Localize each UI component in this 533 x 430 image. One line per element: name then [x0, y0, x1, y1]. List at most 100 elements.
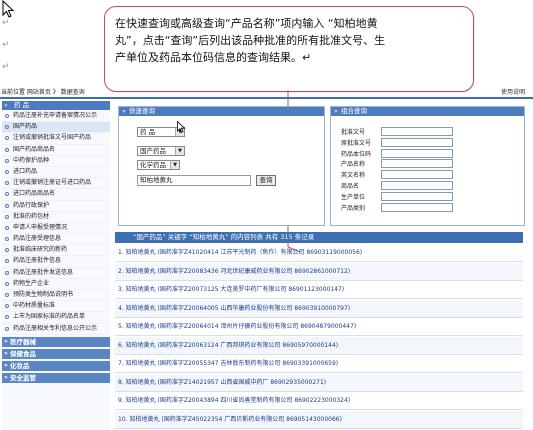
sidebar-item[interactable]: 国产药品 — [2, 122, 110, 134]
sidebar-item-label: 进口药品 — [13, 167, 38, 175]
sidebar-item[interactable]: 药品行政保护 — [2, 201, 110, 212]
chevron-down-icon: ▼ — [170, 161, 179, 169]
result-row[interactable]: 7. 知柏地黄丸 (国药准字Z20055347 吉林敖东制药有限公司 86903… — [115, 355, 523, 373]
sidebar-item[interactable]: 批准的药包材 — [2, 212, 110, 223]
advanced-field-input[interactable] — [381, 148, 453, 158]
bullet-circle-icon — [5, 125, 9, 130]
sidebar-item[interactable]: 预防类生物制品说明书 — [2, 290, 110, 302]
advanced-field-label: 药品本位码 — [341, 150, 372, 158]
advanced-field-input[interactable] — [381, 137, 453, 147]
result-row[interactable]: 5. 知柏地黄丸 (国药准字Z20064014 漳州片仔癀药业股份有限公司 86… — [115, 318, 523, 336]
advanced-field-label: 生产单位 — [341, 193, 366, 201]
result-row[interactable]: 6. 知柏地黄丸 (国药准字Z20063124 广西邦琪药业有限公司 86905… — [115, 336, 523, 355]
sidebar-item[interactable]: 药品注册批件信息 — [2, 256, 110, 268]
sidebar-item[interactable]: 进口药品 — [2, 167, 110, 179]
sidebar-item-label: 注销或撤销注册证号进口药品 — [13, 179, 92, 187]
result-row[interactable]: 2. 知柏地黄丸 (国药准字Z20083436 河北世纪康威药业有限公司 869… — [115, 262, 523, 281]
bullet-circle-icon — [5, 259, 9, 264]
bullet-circle-icon — [5, 181, 9, 186]
quick-search-header: » 快速查询 — [119, 107, 324, 116]
sidebar-item-label: 国产药品商品名 — [13, 145, 56, 153]
sidebar-item[interactable]: 药品注册相关专利信息公开公示 — [2, 324, 110, 335]
result-row[interactable]: 8. 知柏地黄丸 (国药准字Z14021957 山西省国威中药厂 8690293… — [115, 373, 523, 392]
double-chevron-icon: » — [4, 361, 8, 369]
sidebar-header-label: 药 品 — [14, 101, 30, 109]
sidebar-item[interactable]: 药物生产企业 — [2, 279, 110, 290]
drug-type-select-value: 化学药品 — [140, 161, 166, 169]
result-row[interactable]: 10. 知柏地黄丸 (国药准字Z45022354 广西贝斯药业有限公司 8690… — [115, 410, 523, 429]
advanced-field-input[interactable] — [381, 181, 453, 190]
advanced-field-input[interactable] — [381, 170, 453, 180]
double-chevron-icon: » — [334, 108, 338, 115]
bullet-circle-icon — [5, 281, 9, 286]
sidebar-item-label: 国产药品 — [13, 123, 38, 131]
sidebar-item[interactable]: 申请人申报受理情况 — [2, 223, 110, 235]
search-button[interactable]: 查询 — [256, 175, 276, 186]
result-row[interactable]: 3. 知柏地黄丸 (国药准字Z20073125 大连美罗中药厂有限公司 8690… — [115, 281, 523, 299]
callout-line-3: 产单位及药品本位码信息的查询结果。↵ — [115, 51, 312, 64]
sidebar-category-label: 安全监管 — [10, 373, 36, 382]
sidebar-category-list: » 医疗器械» 保健食品» 化妆品» 安全监管 — [2, 336, 110, 383]
advanced-field-label: 产品名称 — [341, 161, 366, 169]
help-link[interactable]: 使用说明 — [501, 87, 525, 96]
sidebar-item[interactable]: 进口药品商品名 — [2, 189, 110, 201]
advanced-field-input[interactable] — [381, 191, 453, 201]
sidebar-item[interactable]: 药品注册受理信息 — [2, 234, 110, 246]
bullet-circle-icon — [5, 214, 9, 219]
product-name-input[interactable]: 知柏地黄丸 — [137, 175, 251, 186]
sidebar-item-label: 批准的药包材 — [13, 212, 50, 220]
double-chevron-icon: » — [4, 373, 8, 381]
advanced-field-label: 商品名 — [341, 183, 360, 190]
bullet-circle-icon — [5, 270, 9, 275]
sidebar-header-drugs[interactable]: » 药 品 — [2, 101, 110, 110]
sidebar-item[interactable]: 药品注册补充申请备案情况公示 — [2, 111, 110, 123]
callout-line-1: 在快速查询或高级查询“产品名称”项内输入 “知柏地黄 — [115, 17, 378, 30]
sidebar-item-label: 药品注册相关专利信息公开公示 — [13, 324, 98, 332]
drug-type-select[interactable]: 化学药品 ▼ — [137, 160, 180, 170]
sidebar-item[interactable]: 上市为国家标准的药品名单 — [2, 312, 110, 324]
sidebar-item-label: 药品行政保护 — [13, 201, 50, 209]
advanced-field-input[interactable] — [381, 127, 453, 136]
double-chevron-icon: » — [4, 337, 8, 345]
bullet-circle-icon — [5, 248, 9, 253]
quick-search-panel: » 快速查询 药 品 ▼ 国产药品 ▼ 化学药品 ▼ 知柏地黄丸 查询 — [118, 106, 325, 226]
sidebar-category[interactable]: » 化妆品 — [2, 360, 110, 371]
bullet-circle-icon — [5, 304, 9, 309]
subcategory-select[interactable]: 国产药品 ▼ — [137, 146, 185, 156]
subcategory-select-value: 国产药品 — [140, 147, 166, 155]
advanced-search-title: 组合查询 — [341, 107, 367, 115]
bullet-circle-icon — [5, 114, 9, 118]
sidebar-category-label: 化妆品 — [10, 361, 30, 370]
result-row[interactable]: 1. 知柏地黄丸 (国药准字Z41020414 江苏平光制药（焦作）有限公司 8… — [115, 244, 523, 262]
advanced-search-header: » 组合查询 — [331, 107, 524, 116]
quick-search-title: 快速查询 — [129, 107, 155, 115]
result-row[interactable]: 4. 知柏地黄丸 (国药准字Z20064005 山西华康药业股份有限公司 869… — [115, 299, 523, 318]
bullet-circle-icon — [5, 147, 9, 152]
results-summary: “国产药品” 关键字 “知柏地黄丸” 的内容列表 共有 315 条记录 — [115, 232, 523, 243]
sidebar-item-label: 注销或撤销批准文号国产药品 — [13, 134, 92, 142]
bullet-circle-icon — [5, 169, 9, 174]
sidebar-category[interactable]: » 安全监管 — [2, 372, 110, 383]
sidebar-item[interactable]: 注销或撤销注册证号进口药品 — [2, 178, 110, 190]
sidebar-category[interactable]: » 医疗器械 — [2, 336, 110, 347]
sidebar-item-label: 药品注册受理信息 — [13, 235, 62, 243]
bullet-circle-icon — [5, 192, 9, 197]
sidebar-item[interactable]: 中药材质量标准 — [2, 301, 110, 313]
sidebar-category[interactable]: » 保健食品 — [2, 348, 110, 359]
callout-text: 在快速查询或高级查询“产品名称”项内输入 “知柏地黄 丸”，点击“查询”后列出该… — [115, 15, 463, 66]
sidebar-item-label: 药物生产企业 — [13, 279, 50, 287]
sidebar-item-label: 预防类生物制品说明书 — [13, 291, 74, 298]
sidebar-item[interactable]: 药品注册批件发送信息 — [2, 268, 110, 279]
advanced-field-input[interactable] — [381, 202, 453, 212]
result-row[interactable]: 9. 知柏地黄丸 (国药准字Z20043894 四川省尚善堂制药有限公司 869… — [115, 392, 523, 410]
sidebar-item[interactable]: 批准临床研究的新药 — [2, 245, 110, 257]
sidebar-item[interactable]: 国产药品商品名 — [2, 145, 110, 156]
sidebar-item[interactable]: 注销或撤销批准文号国产药品 — [2, 133, 110, 145]
mouse-cursor-icon — [2, 0, 15, 18]
sidebar-item-list: 药品注册补充申请备案情况公示 国产药品注销或撤销批准文号国产药品 国产药品商品名中药… — [2, 111, 110, 335]
advanced-field-input[interactable] — [381, 159, 453, 169]
sidebar-item[interactable]: 中药保护品种 — [2, 156, 110, 167]
product-name-input-value: 知柏地黄丸 — [140, 176, 173, 184]
bullet-circle-icon — [5, 158, 9, 163]
category-select-value: 药 品 — [140, 128, 156, 136]
